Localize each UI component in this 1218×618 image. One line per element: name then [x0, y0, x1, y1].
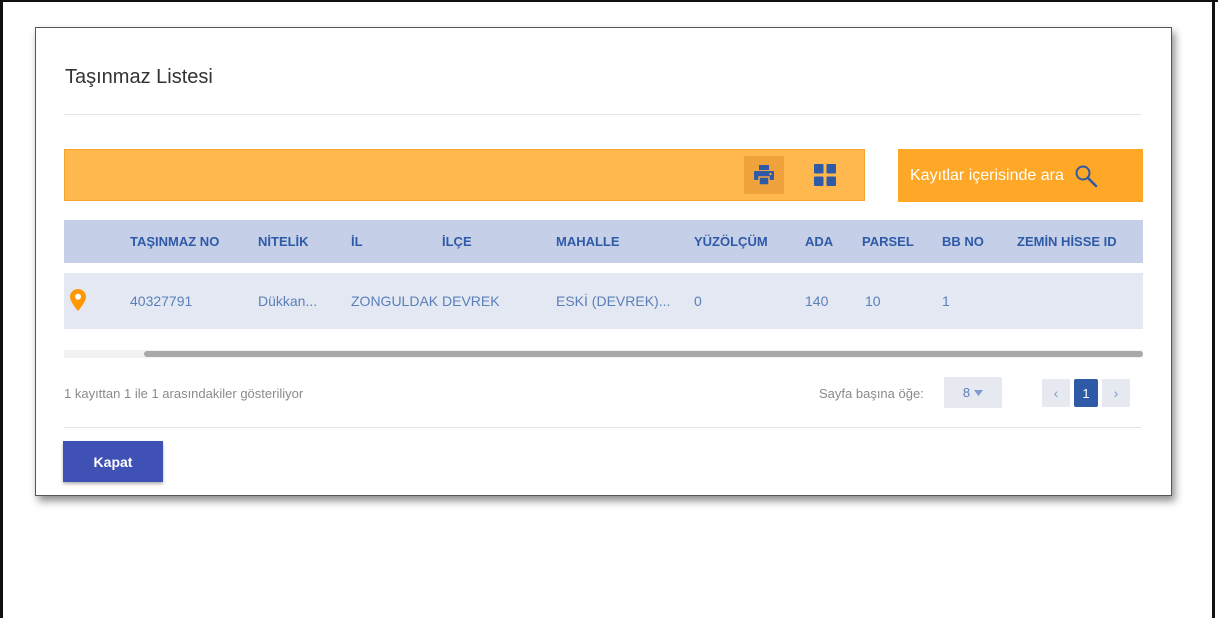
pagination-info: 1 kayıttan 1 ile 1 arasındakiler gösteri…: [64, 386, 304, 401]
column-header-zemin-hisse-id[interactable]: ZEMİN HİSSE ID: [1017, 234, 1117, 249]
grid-header-row: TAŞINMAZ NO NİTELİK İL İLÇE MAHALLE YÜZÖ…: [64, 220, 1143, 263]
table-row[interactable]: 40327791 Dükkan... ZONGULDAK DEVREK ESKİ…: [64, 273, 1143, 329]
cell-parsel: 10: [865, 293, 881, 309]
cell-yuzolcum: 0: [694, 293, 702, 309]
cell-il: ZONGULDAK: [351, 293, 439, 309]
previous-page-button[interactable]: ‹: [1042, 379, 1070, 407]
footer-divider: [64, 427, 1141, 428]
chevron-left-icon: ‹: [1053, 385, 1059, 401]
page-1-button[interactable]: 1: [1074, 379, 1098, 407]
printer-icon: [754, 165, 774, 185]
scrollbar-thumb[interactable]: [144, 351, 1143, 357]
next-page-button[interactable]: ›: [1102, 379, 1130, 407]
column-header-parsel[interactable]: PARSEL: [862, 234, 914, 249]
location-pin-icon[interactable]: [70, 289, 86, 311]
cell-ada: 140: [805, 293, 829, 309]
grid-view-button[interactable]: [805, 156, 845, 194]
cell-nitelik: Dükkan...: [258, 293, 318, 309]
column-header-tasinmaz-no[interactable]: TAŞINMAZ NO: [130, 234, 219, 249]
search-records-button[interactable]: Kayıtlar içerisinde ara: [898, 149, 1143, 202]
grid-view-icon: [814, 164, 836, 186]
column-header-ilce[interactable]: İLÇE: [442, 234, 472, 249]
cell-ilce: DEVREK: [442, 293, 500, 309]
screen-edge-right: [1212, 0, 1215, 618]
column-header-mahalle[interactable]: MAHALLE: [556, 234, 620, 249]
horizontal-scrollbar[interactable]: [64, 350, 1143, 358]
search-label: Kayıtlar içerisinde ara: [910, 166, 1064, 184]
grid-toolbar: [64, 149, 865, 201]
caret-down-icon: [974, 389, 984, 396]
title-divider: [64, 114, 1141, 115]
close-button[interactable]: Kapat: [63, 441, 163, 482]
tasinmaz-list-dialog: Taşınmaz Listesi Kayıtlar içerisinde ara: [35, 27, 1172, 496]
per-page-value: 8: [962, 385, 971, 400]
column-header-bb-no[interactable]: BB NO: [942, 234, 984, 249]
cell-bb-no: 1: [942, 293, 950, 309]
screen-edge-top: [0, 0, 1218, 2]
column-header-yuzolcum[interactable]: YÜZÖLÇÜM: [694, 234, 768, 249]
per-page-label: Sayfa başına öğe:: [819, 386, 924, 401]
column-header-nitelik[interactable]: NİTELİK: [258, 234, 309, 249]
chevron-right-icon: ›: [1113, 385, 1119, 401]
cell-mahalle: ESKİ (DEVREK)...: [556, 293, 671, 309]
per-page-select[interactable]: 8: [944, 377, 1002, 408]
search-icon: [1075, 165, 1098, 187]
column-header-il[interactable]: İL: [351, 234, 363, 249]
print-button[interactable]: [744, 156, 784, 194]
cell-tasinmaz-no: 40327791: [130, 293, 193, 309]
column-header-ada[interactable]: ADA: [805, 234, 833, 249]
dialog-title: Taşınmaz Listesi: [65, 66, 213, 88]
screen-edge-left: [0, 0, 3, 618]
